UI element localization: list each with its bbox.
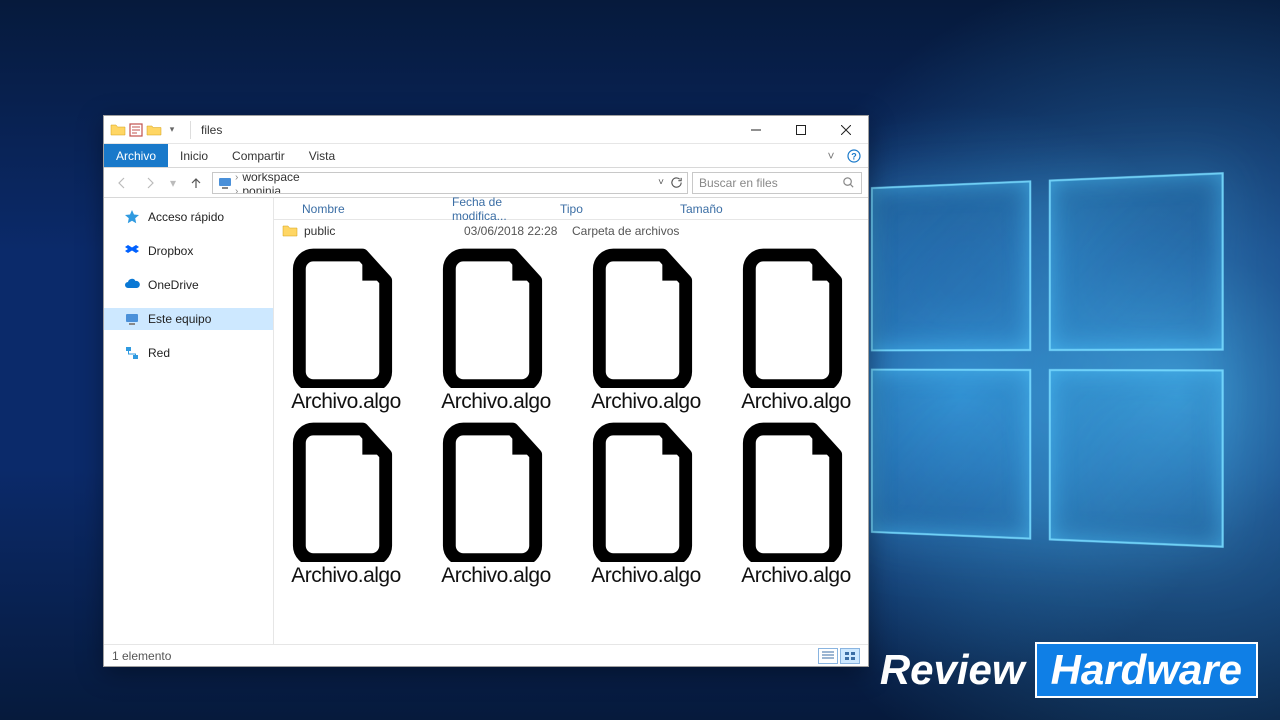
col-name[interactable]: Nombre	[302, 202, 452, 216]
col-modified[interactable]: Fecha de modifica...	[452, 195, 560, 223]
up-button[interactable]	[184, 171, 208, 195]
watermark-hardware: Hardware	[1035, 642, 1258, 698]
file-label: Archivo.algo	[591, 564, 701, 588]
sidebar-item-network[interactable]: Red	[104, 342, 273, 364]
sidebar-item-label: Este equipo	[148, 312, 211, 326]
search-input[interactable]: Buscar en files	[692, 172, 862, 194]
view-icons-button[interactable]	[840, 648, 860, 664]
back-button[interactable]	[110, 171, 134, 195]
search-icon	[842, 176, 855, 189]
address-bar[interactable]: › Este equipo › Disco local (C:) › Usuar…	[212, 172, 688, 194]
file-icon	[436, 422, 556, 562]
file-explorer-window: ▾ files Archivo Inicio Compartir Vista ˅…	[103, 115, 869, 667]
row-type: Carpeta de archivos	[572, 224, 712, 238]
sidebar-item-label: Acceso rápido	[148, 210, 224, 224]
breadcrumb-segment[interactable]: › poninja	[235, 184, 324, 194]
file-grid: Archivo.algo Archivo.algo Archivo.algo Arch…	[274, 242, 868, 644]
minimize-button[interactable]	[733, 116, 778, 144]
file-icon	[436, 248, 556, 388]
close-button[interactable]	[823, 116, 868, 144]
pc-icon	[217, 175, 233, 191]
file-item[interactable]: Archivo.algo	[428, 248, 564, 420]
col-type[interactable]: Tipo	[560, 202, 680, 216]
qat-properties-icon[interactable]	[128, 122, 144, 138]
row-name: public	[304, 224, 464, 238]
file-label: Archivo.algo	[291, 390, 401, 414]
col-size[interactable]: Tamaño	[680, 202, 750, 216]
svg-text:?: ?	[851, 151, 857, 161]
watermark-badge: Review Hardware	[880, 642, 1258, 698]
sidebar-item-dropbox[interactable]: Dropbox	[104, 240, 273, 262]
refresh-icon[interactable]	[670, 176, 683, 189]
status-bar: 1 elemento	[104, 644, 868, 666]
file-icon	[736, 422, 856, 562]
file-icon	[286, 422, 406, 562]
address-dropdown-icon[interactable]: ˅	[658, 177, 664, 188]
tab-file[interactable]: Archivo	[104, 144, 168, 167]
view-details-button[interactable]	[818, 648, 838, 664]
navigation-sidebar: Acceso rápido Dropbox OneDrive	[104, 198, 274, 644]
pc-icon	[124, 311, 140, 327]
sidebar-item-label: OneDrive	[148, 278, 199, 292]
maximize-button[interactable]	[778, 116, 823, 144]
tab-view[interactable]: Vista	[297, 144, 347, 167]
list-row-public[interactable]: public 03/06/2018 22:28 Carpeta de archi…	[274, 220, 868, 242]
file-icon	[736, 248, 856, 388]
file-item[interactable]: Archivo.algo	[578, 422, 714, 594]
file-item[interactable]: Archivo.algo	[428, 422, 564, 594]
sidebar-item-thispc[interactable]: Este equipo	[104, 308, 273, 330]
file-item[interactable]: Archivo.algo	[278, 422, 414, 594]
windows-logo	[871, 172, 1224, 548]
navigation-bar: ▾ › Este equipo › Disco local (C:) › Usu…	[104, 168, 868, 198]
watermark-review: Review	[880, 646, 1025, 694]
row-date: 03/06/2018 22:28	[464, 224, 572, 238]
ribbon-expand-icon[interactable]: ˅	[822, 144, 840, 167]
sidebar-item-quickaccess[interactable]: Acceso rápido	[104, 206, 273, 228]
file-icon	[286, 248, 406, 388]
tab-share[interactable]: Compartir	[220, 144, 297, 167]
folder-icon	[282, 223, 298, 239]
column-headers[interactable]: Nombre Fecha de modifica... Tipo Tamaño	[274, 198, 868, 220]
file-label: Archivo.algo	[291, 564, 401, 588]
status-count: 1 elemento	[112, 649, 171, 663]
sidebar-item-label: Dropbox	[148, 244, 193, 258]
file-label: Archivo.algo	[741, 564, 851, 588]
file-item[interactable]: Archivo.algo	[578, 248, 714, 420]
file-item[interactable]: Archivo.algo	[728, 248, 864, 420]
file-item[interactable]: Archivo.algo	[728, 422, 864, 594]
qat-dropdown-icon[interactable]: ▾	[164, 122, 180, 138]
star-icon	[124, 209, 140, 225]
file-icon	[586, 422, 706, 562]
file-label: Archivo.algo	[441, 390, 551, 414]
window-title: files	[195, 123, 222, 137]
qat-newfolder-icon[interactable]	[146, 122, 162, 138]
forward-button[interactable]	[138, 171, 162, 195]
titlebar[interactable]: ▾ files	[104, 116, 868, 144]
help-icon[interactable]: ?	[840, 144, 868, 167]
cloud-icon	[124, 277, 140, 293]
tab-home[interactable]: Inicio	[168, 144, 220, 167]
file-item[interactable]: Archivo.algo	[278, 248, 414, 420]
sidebar-item-onedrive[interactable]: OneDrive	[104, 274, 273, 296]
file-label: Archivo.algo	[741, 390, 851, 414]
file-label: Archivo.algo	[441, 564, 551, 588]
folder-icon	[110, 122, 126, 138]
ribbon-tabs: Archivo Inicio Compartir Vista ˅ ?	[104, 144, 868, 168]
content-pane: Nombre Fecha de modifica... Tipo Tamaño …	[274, 198, 868, 644]
dropbox-icon	[124, 243, 140, 259]
file-label: Archivo.algo	[591, 390, 701, 414]
network-icon	[124, 345, 140, 361]
file-icon	[586, 248, 706, 388]
breadcrumb-segment[interactable]: › workspace	[235, 172, 324, 185]
recent-dropdown-icon[interactable]: ▾	[166, 171, 180, 195]
sidebar-item-label: Red	[148, 346, 170, 360]
search-placeholder: Buscar en files	[699, 176, 836, 190]
